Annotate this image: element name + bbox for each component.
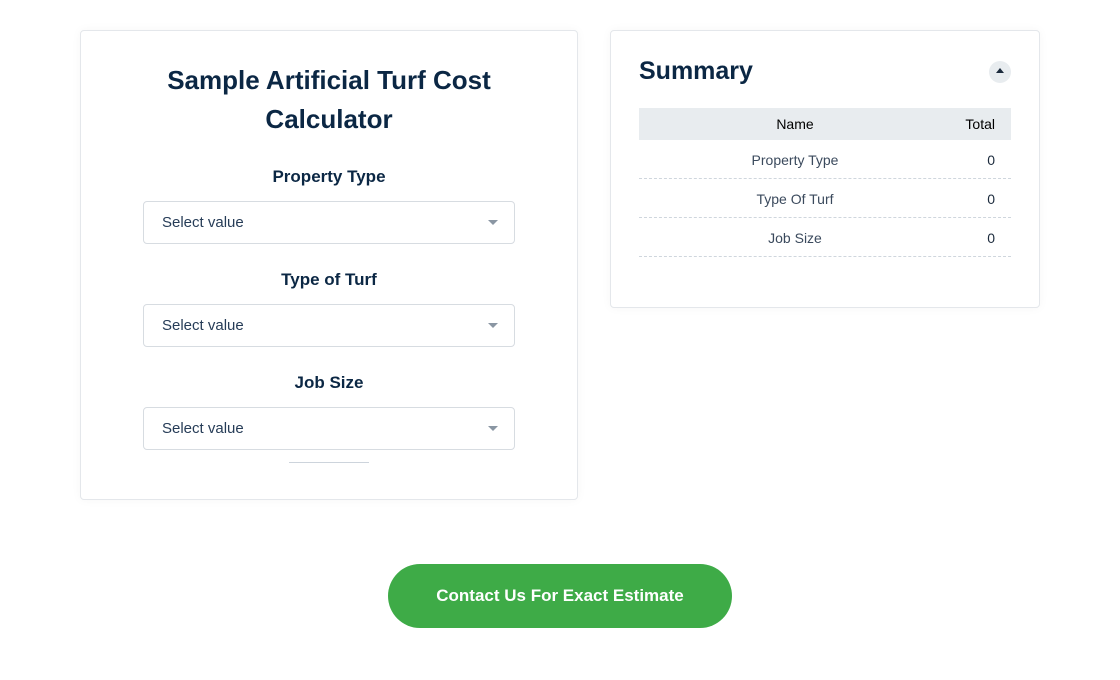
field-job-size: Job Size Select value [143, 373, 515, 450]
field-turf-type: Type of Turf Select value [143, 270, 515, 347]
summary-header: Summary [639, 57, 1011, 86]
col-name-header: Name [649, 116, 941, 132]
row-total: 0 [941, 152, 1001, 168]
turf-type-select[interactable]: Select value [143, 304, 515, 347]
field-label: Type of Turf [143, 270, 515, 290]
row-total: 0 [941, 230, 1001, 246]
chevron-up-icon [996, 68, 1004, 73]
collapse-button[interactable] [989, 61, 1011, 83]
table-head: Name Total [639, 108, 1011, 140]
table-row: Property Type 0 [639, 140, 1011, 179]
contact-us-button[interactable]: Contact Us For Exact Estimate [388, 564, 732, 628]
chevron-down-icon [488, 426, 498, 431]
field-label: Job Size [143, 373, 515, 393]
row-total: 0 [941, 191, 1001, 207]
select-placeholder: Select value [162, 317, 244, 334]
divider-line [289, 462, 369, 463]
field-label: Property Type [143, 167, 515, 187]
table-row: Type Of Turf 0 [639, 179, 1011, 218]
calculator-title: Sample Artificial Turf Cost Calculator [143, 61, 515, 139]
summary-title: Summary [639, 57, 753, 86]
summary-table: Name Total Property Type 0 Type Of Turf … [639, 108, 1011, 257]
row-name: Type Of Turf [649, 191, 941, 207]
calculator-card: Sample Artificial Turf Cost Calculator P… [80, 30, 578, 500]
select-placeholder: Select value [162, 420, 244, 437]
chevron-down-icon [488, 323, 498, 328]
row-name: Job Size [649, 230, 941, 246]
summary-card: Summary Name Total Property Type 0 Type … [610, 30, 1040, 308]
job-size-select[interactable]: Select value [143, 407, 515, 450]
property-type-select[interactable]: Select value [143, 201, 515, 244]
cta-wrap: Contact Us For Exact Estimate [80, 564, 1040, 628]
col-total-header: Total [941, 116, 1001, 132]
select-placeholder: Select value [162, 214, 244, 231]
table-row: Job Size 0 [639, 218, 1011, 257]
row-name: Property Type [649, 152, 941, 168]
chevron-down-icon [488, 220, 498, 225]
field-property-type: Property Type Select value [143, 167, 515, 244]
